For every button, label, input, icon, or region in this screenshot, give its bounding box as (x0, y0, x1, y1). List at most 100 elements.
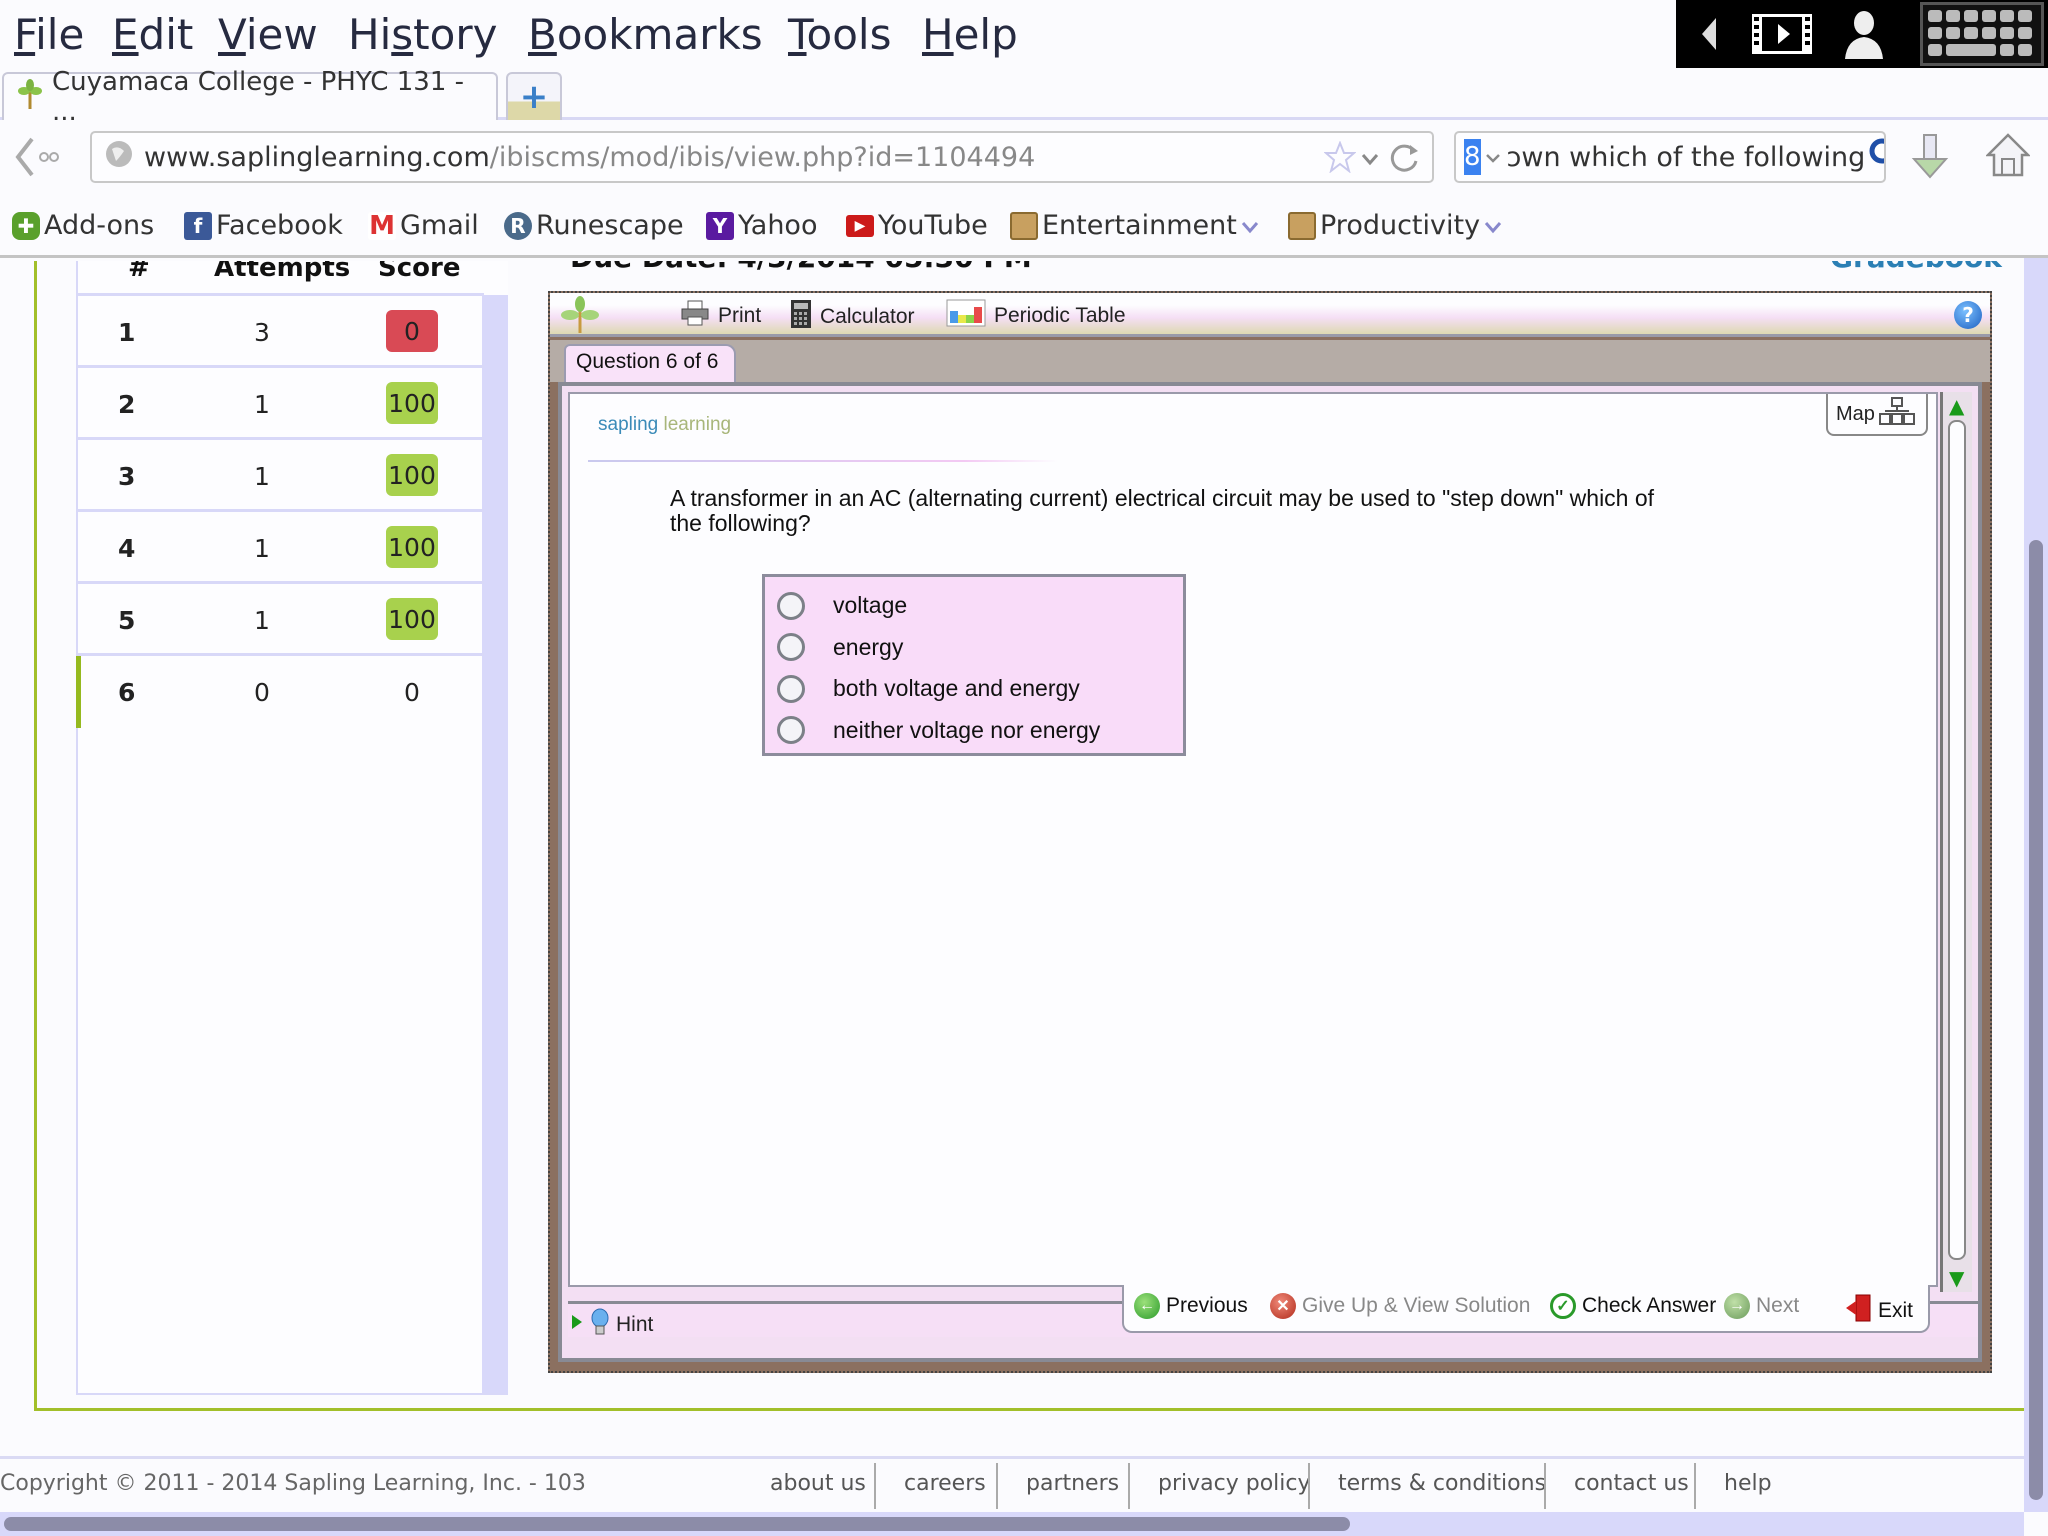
menu-history[interactable]: History (348, 10, 497, 59)
give-up-label: Give Up & View Solution (1302, 1294, 1531, 1317)
footer-link-terms[interactable]: terms & conditions (1338, 1471, 1546, 1496)
scrollbar-thumb[interactable] (1948, 420, 1966, 1260)
search-value: ɔwn which of the following (1506, 141, 1866, 173)
table-row[interactable]: 2 1 100 (78, 365, 484, 437)
reload-icon[interactable] (1388, 141, 1422, 182)
lightbulb-icon (590, 1308, 610, 1342)
downloads-icon[interactable] (1910, 133, 1950, 185)
bookmark-star-icon[interactable] (1323, 140, 1357, 180)
menu-help-mnemonic: H (922, 10, 954, 59)
sapling-favicon-icon (16, 78, 44, 116)
back-arrow-icon[interactable] (1694, 8, 1724, 60)
search-icon[interactable] (1869, 138, 1884, 177)
video-icon[interactable] (1748, 8, 1816, 60)
choice-option[interactable]: both voltage and energy (777, 668, 1183, 710)
radio-button[interactable] (777, 591, 805, 620)
menu-bookmarks[interactable]: Bookmarks (528, 10, 763, 59)
footer-link-partners[interactable]: partners (1026, 1471, 1119, 1496)
footer-link-careers[interactable]: careers (904, 1471, 986, 1496)
previous-arrow-icon: ← (1134, 1293, 1160, 1319)
bookmark-yahoo[interactable]: Y Yahoo (706, 210, 817, 241)
footer-link-privacy-policy[interactable]: privacy policy (1158, 1471, 1311, 1496)
footer-link-help[interactable]: help (1724, 1471, 1772, 1496)
question-number: 4 (118, 534, 136, 563)
radio-button[interactable] (777, 633, 805, 662)
bookmark-gmail[interactable]: M Gmail (368, 210, 479, 241)
tab-active[interactable]: Cuyamaca College - PHYC 131 - ... (2, 67, 498, 127)
home-icon[interactable] (1984, 131, 2032, 183)
periodic-table-button[interactable]: Periodic Table (946, 299, 1126, 333)
menu-view[interactable]: View (218, 10, 318, 59)
bookmark-add-ons[interactable]: ✚ Add-ons (12, 210, 154, 241)
url-bar[interactable]: www.saplinglearning.com/ibiscms/mod/ibis… (90, 131, 1434, 183)
check-answer-button[interactable]: ✓ Check Answer (1550, 1293, 1716, 1319)
table-row[interactable]: 1 3 0 (78, 293, 484, 365)
footer-separator (1694, 1463, 1696, 1509)
table-row[interactable]: 3 1 100 (78, 437, 484, 509)
map-button[interactable]: Map (1826, 394, 1928, 436)
periodic-table-icon (946, 299, 986, 333)
choice-option[interactable]: neither voltage nor energy (777, 710, 1183, 752)
vertical-scrollbar[interactable] (2024, 258, 2048, 1512)
give-up-button[interactable]: ✕ Give Up & View Solution (1270, 1293, 1530, 1319)
table-row-current[interactable]: 6 0 0 (76, 653, 484, 728)
bookmark-folder-entertainment[interactable]: Entertainment (1010, 210, 1259, 241)
new-tab-button[interactable]: + (506, 72, 562, 120)
bookmark-facebook[interactable]: f Facebook (184, 210, 343, 241)
horizontal-scrollbar-thumb[interactable] (4, 1517, 1350, 1531)
hint-button[interactable]: Hint (570, 1308, 653, 1342)
question-navigation: ← Previous ✕ Give Up & View Solution ✓ C… (1122, 1285, 1930, 1333)
scroll-up-icon[interactable]: ▲ (1949, 394, 1964, 418)
keyboard-icon[interactable] (1920, 2, 2044, 66)
table-row[interactable]: 4 1 100 (78, 509, 484, 581)
menu-edit-mnemonic: E (112, 10, 139, 59)
scroll-down-icon[interactable]: ▼ (1949, 1266, 1964, 1290)
expand-arrow-icon (570, 1313, 584, 1337)
url-dropdown-icon[interactable] (1360, 145, 1380, 176)
gradebook-link[interactable]: Gradebook (1830, 261, 2002, 274)
question-number: 2 (118, 390, 136, 419)
bookmark-label: YouTube (878, 210, 988, 241)
menu-file[interactable]: File (14, 10, 84, 59)
footer-link-contact-us[interactable]: contact us (1574, 1471, 1689, 1496)
footer-separator (1308, 1463, 1310, 1509)
bookmark-youtube[interactable]: ▶ YouTube (846, 210, 988, 241)
help-icon[interactable]: ? (1954, 301, 1982, 329)
question-scrollbar[interactable]: ▲ ▼ (1940, 392, 1972, 1292)
menu-help-label: elp (953, 10, 1018, 59)
vertical-scrollbar-thumb[interactable] (2029, 540, 2043, 1500)
back-button[interactable] (12, 133, 62, 181)
user-icon[interactable] (1836, 8, 1892, 60)
print-label: Print (718, 304, 762, 327)
radio-button[interactable] (777, 716, 805, 745)
question-tab[interactable]: Question 6 of 6 (564, 344, 736, 382)
table-row[interactable]: 5 1 100 (78, 581, 484, 653)
next-button[interactable]: → Next (1724, 1293, 1799, 1319)
search-engine-dropdown-icon[interactable] (1485, 142, 1501, 173)
question-footer: Hint ← Previous ✕ Give Up & View Solutio… (568, 1285, 1978, 1347)
menu-edit[interactable]: Edit (112, 10, 193, 59)
footer-separator (1128, 1463, 1130, 1509)
bookmark-folder-productivity[interactable]: Productivity (1288, 210, 1502, 241)
bookmark-label: Runescape (536, 210, 684, 241)
bookmark-runescape[interactable]: R Runescape (504, 210, 684, 241)
google-search-engine-icon[interactable]: 8 (1464, 139, 1481, 175)
footer-link-about-us[interactable]: about us (770, 1471, 866, 1496)
radio-button[interactable] (777, 674, 805, 703)
puzzle-icon: ✚ (12, 211, 40, 240)
print-button[interactable]: Print (680, 299, 761, 333)
search-input[interactable]: 8 ɔwn which of the following (1454, 131, 1886, 183)
menu-help[interactable]: Help (922, 10, 1018, 59)
previous-button[interactable]: ← Previous (1134, 1293, 1248, 1319)
choice-option[interactable]: energy (777, 627, 1183, 669)
bookmark-label: Facebook (216, 210, 343, 241)
calculator-button[interactable]: Calculator (790, 299, 915, 335)
header-number: # (128, 261, 150, 283)
exit-button[interactable]: Exit (1844, 1293, 1913, 1329)
score-value: 0 (404, 678, 420, 707)
horizontal-scrollbar[interactable] (0, 1512, 2024, 1536)
choice-option[interactable]: voltage (777, 585, 1183, 627)
url-path: /ibiscms/mod/ibis/view.php?id=1104494 (489, 141, 1036, 173)
exit-label: Exit (1878, 1299, 1914, 1322)
menu-tools[interactable]: Tools (788, 10, 891, 59)
